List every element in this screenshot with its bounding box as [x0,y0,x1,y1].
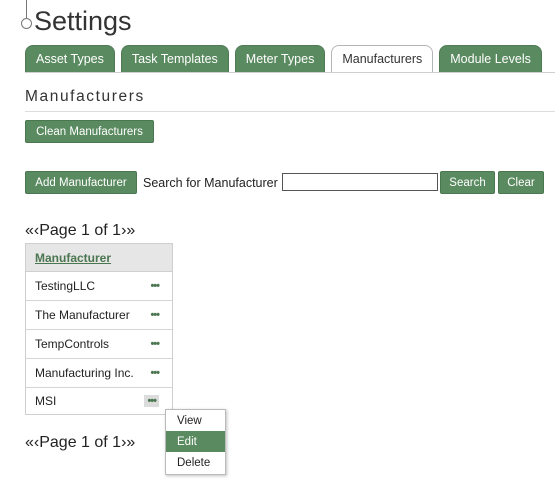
manufacturer-name: The Manufacturer [35,308,130,322]
table-row: The Manufacturer ••• [26,301,172,330]
search-button[interactable]: Search [440,171,495,194]
manufacturer-name: TempControls [35,337,110,351]
row-actions-icon[interactable]: ••• [150,367,160,379]
first-page-icon[interactable]: « [25,222,34,240]
table-row: TestingLLC ••• [26,272,172,301]
page-title: Settings [34,6,132,36]
breadcrumb-line [26,0,27,18]
table-header: Manufacturer [26,244,172,272]
tab-task-templates[interactable]: Task Templates [120,45,229,72]
menu-item-delete[interactable]: Delete [166,452,225,473]
last-page-icon[interactable]: » [126,222,135,240]
table-row: TempControls ••• [26,330,172,359]
manufacturers-table: Manufacturer TestingLLC ••• The Manufact… [25,243,173,415]
menu-item-view[interactable]: View [166,410,225,431]
pager-bottom: « ‹ Page 1 of 1 › » [25,434,135,452]
row-actions-icon[interactable]: ••• [150,338,160,350]
table-row: Manufacturing Inc. ••• [26,359,172,388]
add-manufacturer-button[interactable]: Add Manufacturer [25,171,137,194]
table-row: MSI ••• [26,388,172,414]
section-divider [25,111,555,112]
page-indicator: Page 1 of 1 [39,222,122,239]
menu-item-edit[interactable]: Edit [166,431,225,452]
manufacturer-name: MSI [35,394,57,408]
section-title: Manufacturers [25,88,145,105]
breadcrumb-node-icon [21,18,32,29]
clean-manufacturers-button[interactable]: Clean Manufacturers [25,120,154,143]
settings-tabs: Asset Types Task Templates Meter Types M… [25,45,548,72]
tabs-divider [25,72,555,73]
clear-button[interactable]: Clear [498,171,544,194]
search-input[interactable] [282,173,438,191]
manufacturer-name: TestingLLC [35,279,96,293]
tab-meter-types[interactable]: Meter Types [234,45,326,72]
tab-manufacturers[interactable]: Manufacturers [331,45,434,72]
page-indicator: Page 1 of 1 [39,434,122,451]
last-page-icon[interactable]: » [126,434,135,452]
row-context-menu: View Edit Delete [165,409,226,475]
row-actions-icon[interactable]: ••• [150,309,160,321]
search-label: Search for Manufacturer : [143,176,285,190]
pager-top: « ‹ Page 1 of 1 › » [25,222,135,240]
row-actions-icon[interactable]: ••• [150,280,160,292]
manufacturer-column-header[interactable]: Manufacturer [35,251,111,265]
manufacturer-name: Manufacturing Inc. [35,366,134,380]
tab-asset-types[interactable]: Asset Types [25,45,115,72]
first-page-icon[interactable]: « [25,434,34,452]
tab-module-levels[interactable]: Module Levels [439,45,542,72]
row-actions-icon[interactable]: ••• [144,395,159,407]
